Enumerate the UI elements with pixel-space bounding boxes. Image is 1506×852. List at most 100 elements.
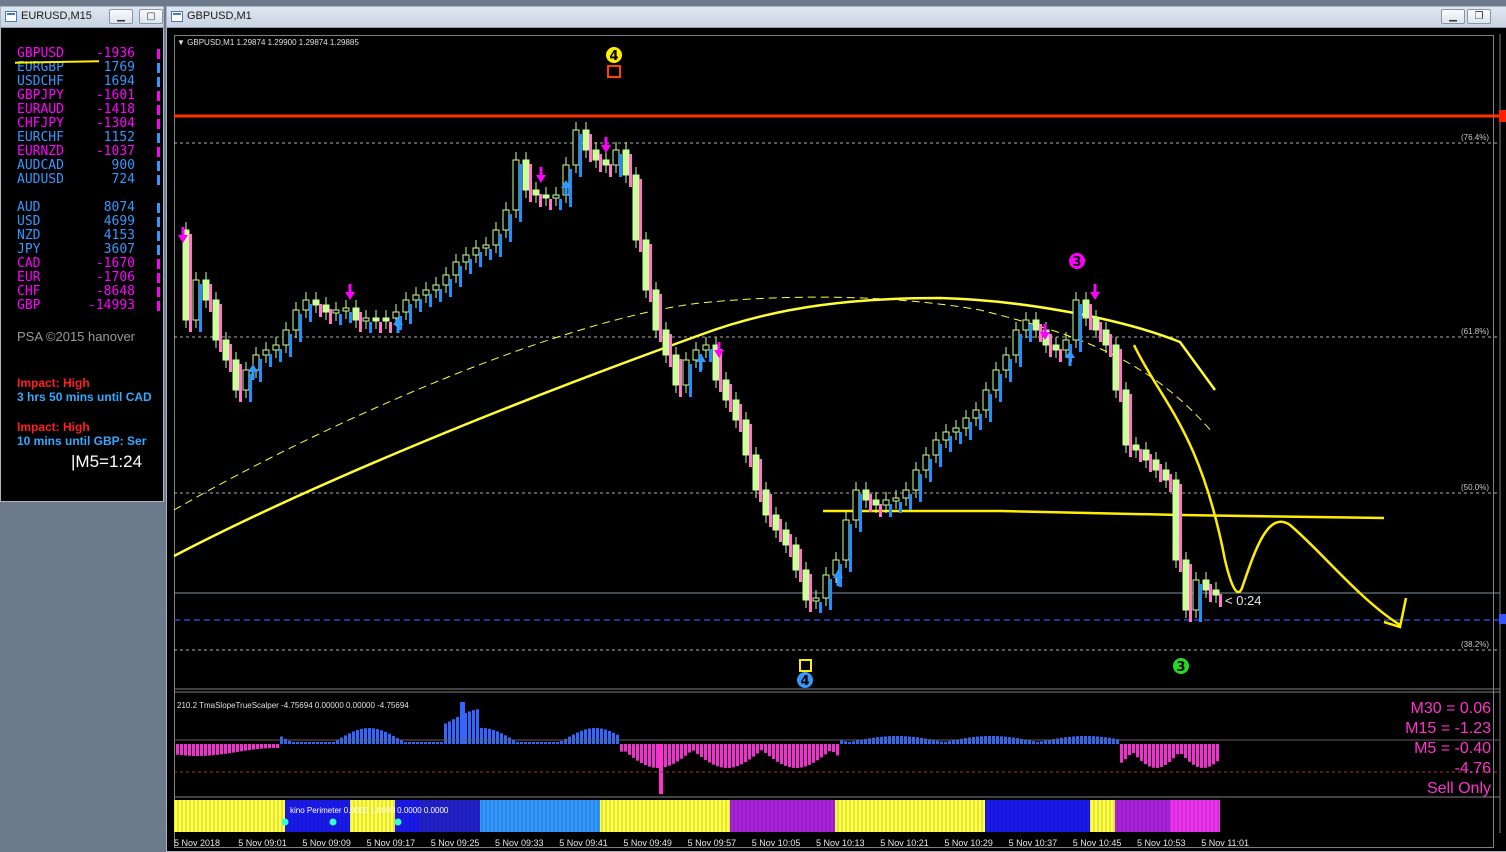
histogram-bar — [200, 744, 203, 756]
histogram-bar — [604, 729, 607, 744]
histogram-bar — [720, 744, 723, 768]
time-label: 5 Nov 2018 — [174, 838, 221, 848]
histogram-bar — [632, 744, 635, 758]
color-bar-segment — [285, 800, 350, 832]
color-bar-segment — [620, 800, 730, 832]
candle-body — [972, 409, 980, 419]
candle-body — [812, 597, 820, 602]
candle-body — [772, 514, 780, 531]
trend-bar — [739, 404, 742, 432]
candle-body — [802, 569, 810, 601]
trend-bar — [409, 304, 412, 324]
candle-body — [722, 379, 730, 401]
histogram-bar — [276, 744, 279, 749]
trend-bar — [319, 304, 322, 317]
candle-body — [1082, 299, 1090, 319]
time-label: 5 Nov 10:45 — [1072, 838, 1122, 848]
histogram-bar — [1144, 744, 1147, 765]
candle-body — [862, 489, 870, 501]
candle-body — [552, 194, 560, 199]
color-bar-dot — [394, 818, 402, 826]
candle-body — [462, 254, 470, 263]
trend-bar — [539, 194, 542, 207]
trend-bar — [1049, 334, 1052, 357]
histogram-bar — [496, 731, 499, 744]
histogram-bar — [472, 710, 475, 744]
trend-bar — [929, 459, 932, 482]
histogram-bar — [1208, 744, 1211, 767]
histogram-bar — [560, 741, 563, 744]
price-chart-canvas[interactable]: 4 4 3 3 — [0, 0, 1506, 850]
trend-bar — [449, 279, 452, 297]
histogram-bar — [268, 744, 271, 749]
histogram-bar — [524, 742, 527, 744]
histogram-bar — [972, 737, 975, 744]
histogram-bar — [328, 742, 331, 744]
histogram-bar — [704, 744, 707, 760]
candle-body — [572, 129, 580, 166]
time-label: 5 Nov 09:33 — [495, 838, 544, 848]
histogram-bar — [744, 744, 747, 763]
trend-bar — [599, 154, 602, 172]
histogram-bar — [332, 741, 335, 744]
trend-bar — [279, 349, 282, 362]
histogram-bar — [680, 744, 683, 759]
candle-body — [1092, 317, 1100, 331]
trend-bar — [1149, 454, 1152, 472]
candle-body — [1052, 344, 1060, 351]
wave-box-bottom — [799, 659, 812, 672]
histogram-bar — [576, 732, 579, 744]
trend-bar — [239, 364, 242, 402]
histogram-bar — [588, 728, 591, 744]
candle-body — [1062, 339, 1070, 351]
trend-bar — [939, 444, 942, 467]
histogram-bar — [1132, 744, 1135, 754]
histogram-bar — [952, 740, 955, 744]
candle-body — [1122, 389, 1130, 446]
histogram-bar — [640, 744, 643, 764]
candle-body — [422, 289, 430, 296]
histogram-bar — [184, 744, 187, 756]
histogram-bar — [352, 731, 355, 744]
trend-bar — [1099, 322, 1102, 342]
candle-body — [652, 289, 660, 331]
histogram-bar — [684, 744, 687, 756]
trend-bar — [519, 164, 522, 222]
histogram-bar — [356, 729, 359, 744]
collapse-triangle-icon[interactable]: ▼ — [177, 38, 187, 47]
candle-body — [692, 349, 700, 361]
histogram-bar — [192, 744, 195, 756]
candle-body — [942, 431, 950, 441]
candle-countdown: < 0:24 — [1225, 593, 1262, 608]
candle-body — [822, 574, 830, 599]
histogram-bar — [964, 738, 967, 744]
candle-body — [672, 354, 680, 386]
histogram-bar — [612, 732, 615, 744]
histogram-bar — [256, 744, 259, 750]
histogram-bar — [716, 744, 719, 767]
trend-bar — [849, 524, 852, 572]
candle-body — [612, 149, 620, 166]
histogram-bar — [536, 742, 539, 744]
histogram-bar — [520, 742, 523, 744]
histogram-bar — [712, 744, 715, 765]
sell-arrow-icon — [345, 284, 355, 300]
time-label: 5 Nov 09:41 — [559, 838, 608, 848]
candle-body — [212, 299, 220, 341]
histogram-bar — [780, 744, 783, 765]
candle-body — [412, 294, 420, 301]
histogram-bar — [260, 744, 263, 749]
histogram-bar — [652, 744, 655, 768]
candle-body — [1152, 459, 1160, 471]
histogram-bar — [816, 744, 819, 761]
histogram-bar — [1040, 741, 1043, 744]
trend-bar — [1009, 359, 1012, 382]
histogram-bar — [252, 744, 255, 750]
candle-body — [192, 279, 200, 321]
histogram-bar — [300, 742, 303, 744]
candle-body — [702, 344, 710, 351]
support-annotation — [823, 509, 1385, 520]
trend-bar — [1209, 584, 1212, 602]
histogram-bar — [312, 742, 315, 744]
histogram-bar — [304, 742, 307, 744]
